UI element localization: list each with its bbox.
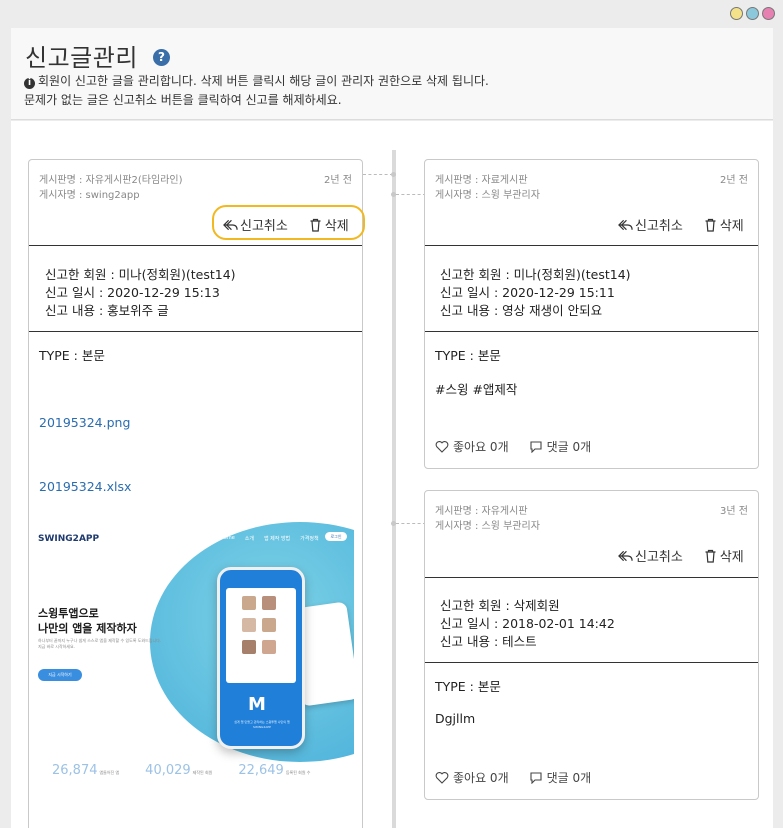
post-time: 3년 전 [720,506,748,517]
trash-icon [310,218,321,232]
report-card: 게시판명 : 자유게시판2(타임라인) 게시자명 : swing2app 2년 … [28,159,365,828]
cancel-report-button[interactable]: 신고취소 [223,215,288,234]
attachment-link[interactable]: 20195324.png [39,415,130,430]
author-name: 게시자명 : 스윙 부관리자 [435,190,540,201]
timeline-dot [391,521,396,526]
preview-phone-screen [226,588,296,683]
heart-icon [435,440,449,453]
timeline-connector [396,523,426,524]
preview-phone-logo: M [248,694,266,715]
heart-icon [435,771,449,784]
preview-cta: 지금 시작하기 [38,669,82,681]
trash-icon [705,218,716,232]
preview-nav-button: 로그인 [325,532,347,541]
description-line-1: i 회원이 신고한 글을 관리합니다. 삭제 버튼 클릭시 해당 글이 관리자 권… [24,72,489,89]
like-count[interactable]: 좋아요 0개 [435,769,509,786]
post-body: #스윙 #앱제작 [435,382,518,397]
timeline-dot [391,172,396,177]
description-line-2: 문제가 없는 글은 신고취소 버튼을 클릭하여 신고를 해제하세요. [24,93,342,107]
reporter: 신고한 회원 : 미나(정회원)(test14) [440,267,631,282]
divider [425,577,758,578]
like-count[interactable]: 좋아요 0개 [435,438,509,455]
reporter: 신고한 회원 : 삭제회원 [440,598,560,613]
report-date: 신고 일시 : 2018-02-01 14:42 [440,616,615,631]
comment-count[interactable]: 댓글 0개 [529,438,591,455]
post-type: TYPE : 본문 [39,348,105,363]
cancel-report-button[interactable]: 신고취소 [618,546,683,565]
comment-icon [530,441,542,453]
comment-count[interactable]: 댓글 0개 [529,769,591,786]
timeline-connector [363,174,393,175]
report-card: 게시판명 : 자료게시판 게시자명 : 스윙 부관리자 2년 전 신고취소 삭제… [424,159,759,469]
post-time: 2년 전 [324,175,352,186]
author-name: 게시자명 : swing2app [39,190,140,201]
attachment-image[interactable]: SWING2APP Home 소개 앱 제작 방법 가격정책 로그인 스윙투앱으… [30,520,354,782]
divider [29,245,362,246]
post-body: Dgjllm [435,711,476,726]
preview-logo: SWING2APP [38,534,100,544]
window-controls [730,7,775,20]
timeline-dot [391,192,396,197]
trash-icon [705,549,716,563]
divider [425,245,758,246]
comment-icon [530,772,542,784]
preview-nav: Home 소개 앱 제작 방법 가격정책 [220,535,319,542]
post-stats: 좋아요 0개 댓글 0개 [435,769,591,786]
preview-headline: 스윙투앱으로 나만의 앱을 제작하자 [38,607,137,635]
divider [425,331,758,332]
page-title: 신고글관리 [25,44,138,72]
reply-icon [618,219,633,230]
card-actions: 신고취소 삭제 [223,215,349,234]
attachment-link[interactable]: 20195324.xlsx [39,479,131,494]
minimize-dot[interactable] [730,7,743,20]
report-reason: 신고 내용 : 홍보위주 글 [45,303,169,318]
report-reason: 신고 내용 : 테스트 [440,634,537,649]
board-name: 게시판명 : 자유게시판2(타임라인) [39,175,183,186]
board-name: 게시판명 : 자료게시판 [435,175,528,186]
report-date: 신고 일시 : 2020-12-29 15:11 [440,285,615,300]
divider [425,662,758,663]
post-stats: 좋아요 0개 댓글 0개 [435,438,591,455]
board-name: 게시판명 : 자유게시판 [435,506,528,517]
report-date: 신고 일시 : 2020-12-29 15:13 [45,285,220,300]
page-header: 신고글관리 ? i 회원이 신고한 글을 관리합니다. 삭제 버튼 클릭시 해당 … [11,28,773,120]
preview-stats: 26,874 앱들어진 앱 40,029 제작된 회원 22,649 등록된 회원 수 [52,763,311,778]
reply-icon [223,219,238,230]
preview-phone-text: 쉽게 앱 만들고 관리하는 스윙투앱 나만의 앱 SWING2APP [234,720,290,729]
preview-paragraph: 하나부터 끝까지 누구나 쉽게 스스로 앱을 제작할 수 있도록 도와드립니다.… [38,638,162,649]
report-reason: 신고 내용 : 영상 재생이 안되요 [440,303,603,318]
divider [29,331,362,332]
delete-button[interactable]: 삭제 [703,546,744,565]
cancel-report-button[interactable]: 신고취소 [618,215,683,234]
close-dot[interactable] [762,7,775,20]
card-actions: 신고취소 삭제 [618,215,744,234]
post-type: TYPE : 본문 [435,348,501,363]
author-name: 게시자명 : 스윙 부관리자 [435,521,540,532]
timeline-connector [396,194,426,195]
preview-phone: M 쉽게 앱 만들고 관리하는 스윙투앱 나만의 앱 SWING2APP [217,567,305,749]
reply-icon [618,550,633,561]
reporter: 신고한 회원 : 미나(정회원)(test14) [45,267,236,282]
timeline-line [392,150,396,828]
help-icon[interactable]: ? [153,49,170,66]
report-card: 게시판명 : 자유게시판 게시자명 : 스윙 부관리자 3년 전 신고취소 삭제… [424,490,759,800]
maximize-dot[interactable] [746,7,759,20]
post-time: 2년 전 [720,175,748,186]
card-actions: 신고취소 삭제 [618,546,744,565]
delete-button[interactable]: 삭제 [703,215,744,234]
post-type: TYPE : 본문 [435,679,501,694]
info-icon: i [24,78,35,89]
delete-button[interactable]: 삭제 [308,215,349,234]
